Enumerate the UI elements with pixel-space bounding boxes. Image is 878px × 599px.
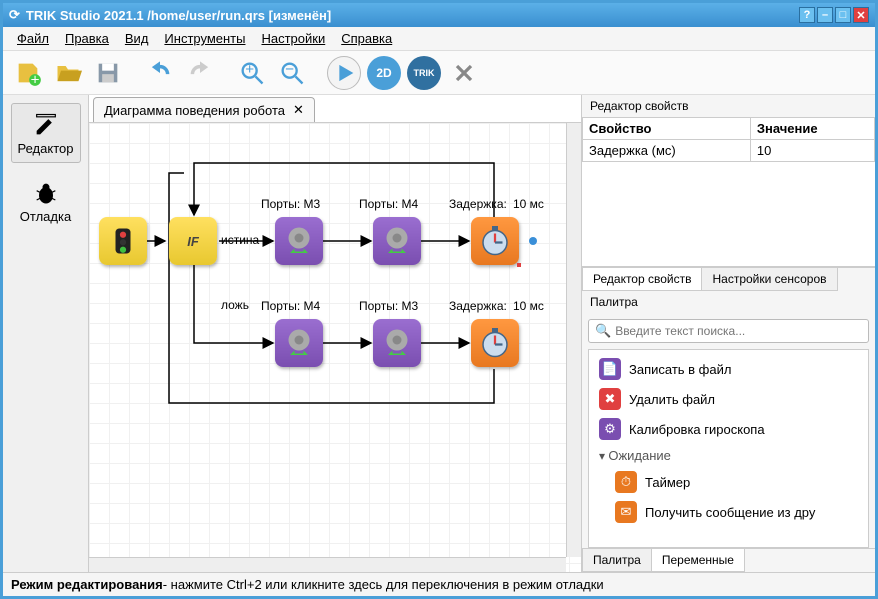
bug-icon: [32, 179, 60, 207]
canvas[interactable]: IF истина ложь Порты: M3 Порты: M4 Задер…: [89, 123, 581, 572]
right-panel: Редактор свойств СвойствоЗначение Задерж…: [581, 95, 875, 572]
delay-label-bot: Задержка:: [449, 299, 507, 313]
props-title: Редактор свойств: [582, 95, 875, 117]
mode-debug[interactable]: Отладка: [11, 171, 81, 231]
tab-variables[interactable]: Переменные: [651, 549, 745, 572]
help-button[interactable]: ?: [799, 7, 815, 23]
motor-m3-top[interactable]: [275, 217, 323, 265]
palette-item-delete-file[interactable]: ✖Удалить файл: [597, 384, 860, 414]
canvas-wrap: IF истина ложь Порты: M3 Порты: M4 Задер…: [89, 123, 581, 572]
palette-tabs: Палитра Переменные: [582, 548, 875, 572]
close-button[interactable]: ✕: [853, 7, 869, 23]
tab-props[interactable]: Редактор свойств: [582, 268, 702, 291]
port-label-m4-bot: Порты: M4: [261, 299, 320, 313]
statusbar[interactable]: Режим редактирования - нажмите Ctrl+2 ил…: [3, 572, 875, 596]
menu-edit[interactable]: Правка: [59, 29, 115, 48]
palette-item-write-file[interactable]: 📄Записать в файл: [597, 354, 860, 384]
timer-bot[interactable]: [471, 319, 519, 367]
selection-handle[interactable]: [529, 237, 537, 245]
props-area: СвойствоЗначение Задержка (мс)10: [582, 117, 875, 267]
run-button[interactable]: [327, 56, 361, 90]
props-table: СвойствоЗначение Задержка (мс)10: [582, 117, 875, 162]
props-tabs: Редактор свойств Настройки сенсоров: [582, 267, 875, 291]
save-button[interactable]: [91, 56, 125, 90]
timer-top[interactable]: [471, 217, 519, 265]
redo-button[interactable]: [183, 56, 217, 90]
breakpoint-marker: [517, 263, 521, 267]
mode-editor[interactable]: Редактор: [11, 103, 81, 163]
zoom-in-button[interactable]: +: [235, 56, 269, 90]
palette-item-recv-msg[interactable]: ✉Получить сообщение из дру: [597, 497, 860, 527]
status-mode: Режим редактирования: [11, 577, 163, 592]
if-node[interactable]: IF: [169, 217, 217, 265]
palette-item-timer[interactable]: ⏱Таймер: [597, 467, 860, 497]
palette-item-gyro[interactable]: ⚙Калибровка гироскопа: [597, 414, 860, 444]
status-hint: - нажмите Ctrl+2 или кликните здесь для …: [163, 577, 604, 592]
diagram-tab-label: Диаграмма поведения робота: [104, 103, 285, 118]
mode-editor-label: Редактор: [18, 141, 74, 156]
port-label-m3-top: Порты: M3: [261, 197, 320, 211]
maximize-button[interactable]: □: [835, 7, 851, 23]
mode-panel: Редактор Отладка: [3, 95, 89, 572]
start-node[interactable]: [99, 217, 147, 265]
diagram-tabs: Диаграмма поведения робота ✕: [89, 95, 581, 123]
false-label: ложь: [221, 298, 249, 312]
port-label-m4-top: Порты: M4: [359, 197, 418, 211]
new-file-button[interactable]: +: [11, 56, 45, 90]
window-buttons: ? – □ ✕: [799, 7, 869, 23]
main-area: Редактор Отладка Диаграмма поведения роб…: [3, 95, 875, 572]
svg-text:+: +: [245, 61, 254, 78]
delay-val-top: 10 мс: [513, 197, 544, 211]
settings-button[interactable]: [447, 56, 481, 90]
palette-search[interactable]: 🔍: [588, 319, 869, 343]
window-title: TRIK Studio 2021.1 /home/user/run.qrs [и…: [26, 8, 799, 23]
zoom-out-button[interactable]: −: [275, 56, 309, 90]
close-tab-icon[interactable]: ✕: [293, 102, 304, 118]
tab-palette[interactable]: Палитра: [582, 549, 652, 572]
menu-help[interactable]: Справка: [335, 29, 398, 48]
toolbar: + + − 2D TRIK: [3, 51, 875, 95]
motor-m3-bot[interactable]: [373, 319, 421, 367]
menu-file[interactable]: Файл: [11, 29, 55, 48]
titlebar: ⟳ TRIK Studio 2021.1 /home/user/run.qrs …: [3, 3, 875, 27]
menu-view[interactable]: Вид: [119, 29, 155, 48]
props-col-prop: Свойство: [583, 118, 751, 140]
palette-title: Палитра: [582, 291, 875, 313]
minimize-button[interactable]: –: [817, 7, 833, 23]
motor-m4-top[interactable]: [373, 217, 421, 265]
undo-button[interactable]: [143, 56, 177, 90]
pencil-icon: [32, 111, 60, 139]
menu-tools[interactable]: Инструменты: [158, 29, 251, 48]
palette-list[interactable]: 📄Записать в файл ✖Удалить файл ⚙Калибров…: [588, 349, 869, 548]
tab-sensors[interactable]: Настройки сенсоров: [701, 268, 837, 291]
scrollbar-horizontal[interactable]: [89, 557, 566, 572]
mode-debug-label: Отладка: [20, 209, 71, 224]
delay-label-top: Задержка:: [449, 197, 507, 211]
open-file-button[interactable]: [51, 56, 85, 90]
palette-area: 🔍 📄Записать в файл ✖Удалить файл ⚙Калибр…: [582, 313, 875, 548]
true-label: истина: [221, 233, 259, 247]
diagram-tab[interactable]: Диаграмма поведения робота ✕: [93, 97, 315, 122]
prop-key: Задержка (мс): [583, 140, 751, 162]
svg-text:+: +: [31, 71, 40, 86]
svg-text:−: −: [285, 61, 294, 78]
search-icon: 🔍: [595, 323, 611, 339]
prop-val[interactable]: 10: [750, 140, 874, 162]
app-icon: ⟳: [9, 7, 20, 23]
2d-button[interactable]: 2D: [367, 56, 401, 90]
menu-settings[interactable]: Настройки: [255, 29, 331, 48]
port-label-m3-bot: Порты: M3: [359, 299, 418, 313]
center-area: Диаграмма поведения робота ✕: [89, 95, 581, 572]
palette-category-wait[interactable]: ▾ Ожидание: [597, 444, 860, 467]
scrollbar-vertical[interactable]: [566, 123, 581, 557]
delay-val-bot: 10 мс: [513, 299, 544, 313]
menubar: Файл Правка Вид Инструменты Настройки Сп…: [3, 27, 875, 51]
palette-search-input[interactable]: [615, 324, 862, 338]
motor-m4-bot[interactable]: [275, 319, 323, 367]
props-col-val: Значение: [750, 118, 874, 140]
trik-button[interactable]: TRIK: [407, 56, 441, 90]
